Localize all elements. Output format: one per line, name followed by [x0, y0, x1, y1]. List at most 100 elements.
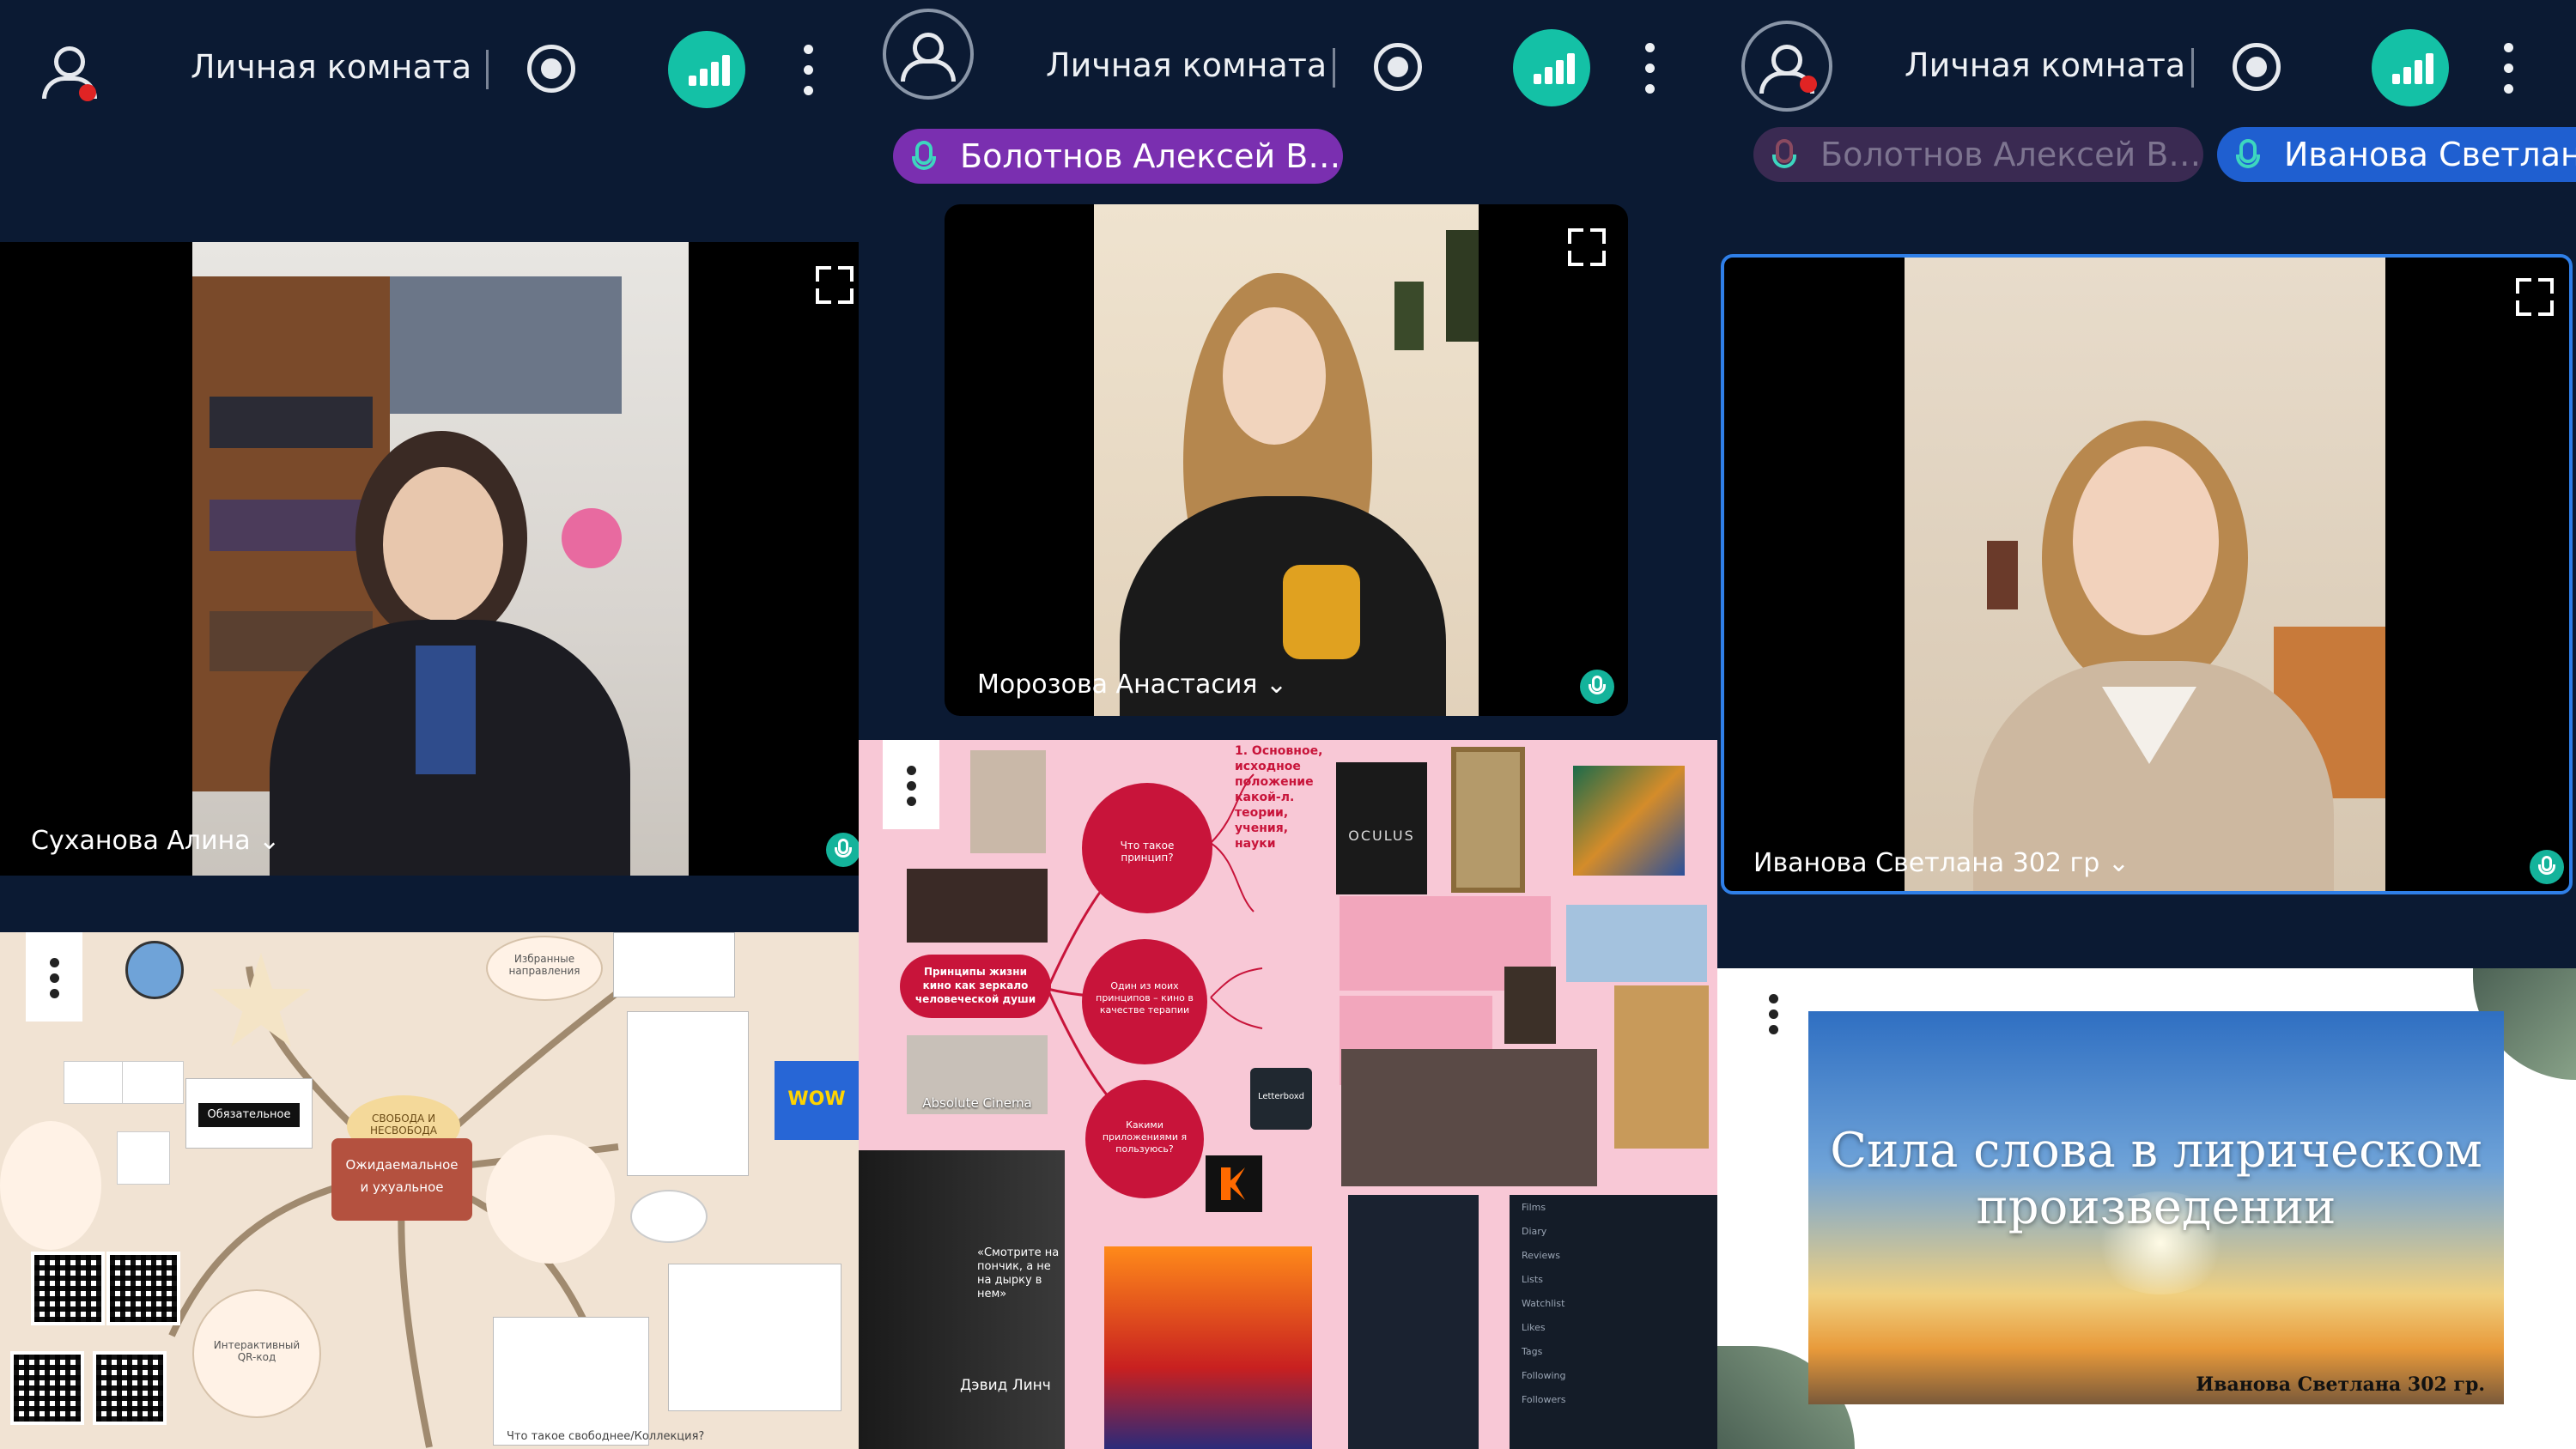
globe-icon: [125, 941, 184, 999]
top-bar: Личная комната: [1717, 0, 2576, 137]
bubble-left-text: [0, 1121, 101, 1250]
video-tile[interactable]: Морозова Анастасия ⌄: [945, 204, 1628, 716]
top-bar: Личная комната: [859, 0, 1717, 137]
camera-photo: [1614, 985, 1709, 1149]
wall-picture: [1987, 541, 2018, 609]
record-button[interactable]: [2233, 43, 2281, 91]
user-body-icon: [901, 58, 956, 82]
lynch-portrait: «Смотрите на пончик, а не на дырку в нем…: [859, 1150, 1065, 1449]
cloud-icon: [630, 1190, 708, 1243]
shelf-books: [210, 397, 373, 448]
kinopoisk-logo: [1206, 1155, 1262, 1212]
speaker-pill-muted[interactable]: Болотнов Алексей В…: [1753, 127, 2203, 182]
conference-panel-2: Личная комната Болотнов Алексей В… Мороз…: [859, 0, 1717, 1449]
active-speaker-pill[interactable]: Болотнов Алексей В…: [893, 129, 1343, 184]
poster-photo: [907, 869, 1048, 943]
lb-row: Followers: [1522, 1394, 1566, 1405]
video-feed: [1905, 258, 2385, 891]
document-card: [627, 1011, 749, 1176]
share-menu-button[interactable]: [1745, 968, 1801, 1058]
wall-picture: [1446, 230, 1479, 342]
text-card: [668, 1264, 841, 1411]
screen-share-mindmap: Принципы жизни кино как зеркало человече…: [859, 740, 1717, 1449]
butterfly-photo: [1566, 905, 1707, 982]
text-card: [493, 1317, 649, 1446]
movie-poster: OCULUS: [1336, 762, 1427, 894]
participant-name[interactable]: Иванова Светлана 302 гр ⌄: [1753, 848, 2129, 878]
document-card: [613, 932, 735, 997]
person-face: [2073, 446, 2219, 635]
record-button[interactable]: [527, 45, 575, 93]
actor-photo: [1341, 1049, 1597, 1186]
signal-quality-icon[interactable]: [668, 31, 745, 108]
record-button[interactable]: [1374, 43, 1422, 91]
mic-icon: [912, 141, 936, 170]
signal-quality-icon[interactable]: [1513, 29, 1590, 106]
more-options-icon[interactable]: [1643, 41, 1656, 96]
letterboxd-menu: Films Diary Reviews Lists Watchlist Like…: [1510, 1195, 1717, 1449]
participants-button[interactable]: [1741, 21, 1832, 112]
expand-icon[interactable]: [2516, 278, 2554, 316]
qr-code-icon: [93, 1351, 167, 1425]
share-menu-button[interactable]: [883, 740, 939, 829]
conference-panel-3: Личная комната Болотнов Алексей В… Ивано…: [1717, 0, 2576, 1449]
wow-badge: WOW: [775, 1061, 859, 1140]
person-shirt: [416, 646, 476, 774]
room-title: Личная комната: [1046, 46, 1327, 84]
sticky-note: [122, 1061, 184, 1104]
room-title: Личная комната: [191, 48, 472, 86]
participant-name[interactable]: Суханова Алина ⌄: [31, 826, 280, 856]
decor-pink: [562, 508, 622, 568]
bubble-qr: Интерактивный QR-код: [192, 1289, 321, 1418]
more-options-icon[interactable]: [802, 43, 814, 98]
lb-row: Tags: [1522, 1346, 1543, 1357]
lb-row: Following: [1522, 1370, 1566, 1381]
expand-icon[interactable]: [816, 266, 854, 304]
divider: [486, 50, 489, 89]
video-feed: [1094, 204, 1479, 716]
expand-icon[interactable]: [1568, 228, 1606, 266]
chevron-down-icon: ⌄: [258, 826, 281, 856]
divider: [2191, 48, 2194, 88]
mindmap-hub: Ожидаемальное и ухуальное: [331, 1138, 472, 1221]
absolute-cinema-photo: Absolute Cinema: [907, 1035, 1048, 1114]
status-dot-icon: [79, 84, 96, 101]
lb-row: Films: [1522, 1202, 1546, 1213]
slide-image: Сила слова в лирическом произведении Ива…: [1808, 1011, 2504, 1404]
room-title: Личная комната: [1905, 46, 2186, 84]
node-what-is-principle: Что такое принцип?: [1082, 783, 1212, 913]
definition-text: 1. Основное, исходное положение какой-л.…: [1235, 744, 1323, 851]
top-bar: Личная комната: [0, 0, 859, 137]
person-face: [383, 467, 503, 621]
video-tile[interactable]: Суханова Алина ⌄: [0, 242, 859, 876]
mic-icon: [826, 833, 859, 867]
bubble-top: Избранные направления: [486, 936, 603, 1001]
qr-code-icon: [10, 1351, 84, 1425]
lb-row: Reviews: [1522, 1250, 1560, 1261]
portrait-photo: [1504, 967, 1556, 1044]
spiderman-poster: [1104, 1246, 1312, 1449]
sticky-note: [117, 1131, 170, 1185]
qr-code-icon: [31, 1252, 105, 1325]
divider: [1333, 48, 1335, 88]
active-speaker-pill[interactable]: Иванова Светлан: [2217, 127, 2576, 182]
mic-muted-icon: [1772, 139, 1796, 168]
mic-icon: [2236, 139, 2260, 168]
kinopoisk-icon: [1221, 1167, 1245, 1200]
share-menu-button[interactable]: [26, 932, 82, 1022]
screen-share-slide: Сила слова в лирическом произведении Ива…: [1717, 968, 2576, 1449]
signal-quality-icon[interactable]: [2372, 29, 2449, 106]
participant-name[interactable]: Морозова Анастасия ⌄: [977, 670, 1287, 700]
chevron-down-icon: ⌄: [2107, 848, 2130, 878]
node-my-principle: Один из моих принципов – кино в качестве…: [1082, 939, 1207, 1064]
video-tile[interactable]: Иванова Светлана 302 гр ⌄: [1721, 254, 2573, 894]
black-label-card: Обязательное: [185, 1078, 313, 1149]
wall-picture: [1394, 282, 1424, 350]
building-photo: [970, 750, 1046, 853]
participants-button[interactable]: [12, 12, 127, 127]
slide-author: Иванова Светлана 302 гр.: [2196, 1373, 2485, 1396]
screen-share-mindmap: Обязательное Избранные направления СВОБО…: [0, 932, 859, 1449]
participants-button[interactable]: [883, 9, 974, 100]
more-options-icon[interactable]: [2502, 41, 2514, 96]
video-feed: [192, 242, 689, 876]
